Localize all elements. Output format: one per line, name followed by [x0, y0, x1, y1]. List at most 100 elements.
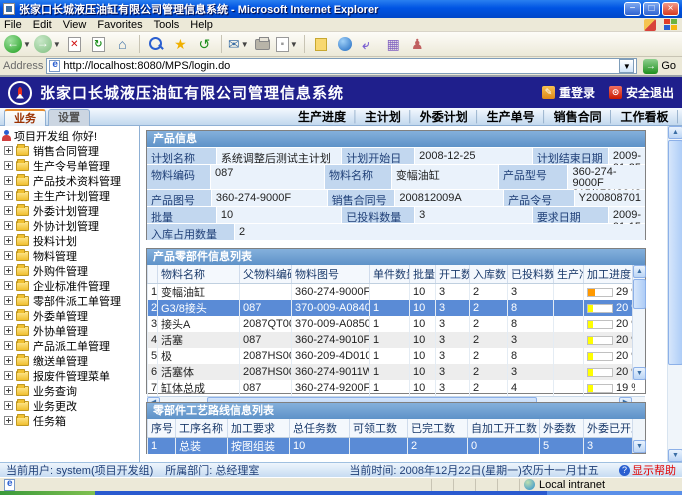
- menu-edit[interactable]: Edit: [33, 19, 52, 31]
- tool-people-button[interactable]: ♟: [407, 34, 428, 55]
- col-progress[interactable]: 加工进度: [584, 265, 635, 284]
- scroll-down-icon[interactable]: ▼: [668, 449, 682, 462]
- col-in-stock[interactable]: 入库数: [470, 265, 508, 284]
- tree-item-delivery-order[interactable]: 缴送单管理: [2, 353, 139, 368]
- print-button[interactable]: [252, 34, 273, 55]
- favorites-button[interactable]: ★: [170, 34, 191, 55]
- menu-tools[interactable]: Tools: [154, 19, 180, 31]
- expand-icon[interactable]: [4, 281, 13, 290]
- scroll-thumb[interactable]: [633, 279, 646, 309]
- close-button[interactable]: ×: [662, 2, 679, 16]
- col-seq[interactable]: 序号: [148, 419, 176, 438]
- col-material-name[interactable]: 物料名称: [158, 265, 240, 284]
- col-unit-qty[interactable]: 单件数量: [370, 265, 410, 284]
- minimize-button[interactable]: −: [624, 2, 641, 16]
- menu-production-progress[interactable]: 生产进度: [298, 108, 346, 125]
- expand-icon[interactable]: [4, 371, 13, 380]
- tree-item-order-number[interactable]: 生产令号单管理: [2, 158, 139, 173]
- expand-icon[interactable]: [4, 146, 13, 155]
- parts-row-1[interactable]: 1变幅油缸 360-274-9000F 10 32 3 29 %: [148, 284, 635, 301]
- col-outsourced[interactable]: 外委数: [540, 419, 584, 438]
- address-input[interactable]: http://localhost:8080/MPS/login.do ▼: [46, 58, 637, 74]
- tool-extra-button[interactable]: ▦: [383, 34, 404, 55]
- tree-item-material[interactable]: 物料管理: [2, 248, 139, 263]
- tree-item-purchased[interactable]: 外购件管理: [2, 263, 139, 278]
- go-button[interactable]: → Go: [640, 59, 679, 74]
- tree-item-part-workorder[interactable]: 零部件派工单管理: [2, 293, 139, 308]
- parts-row-3[interactable]: 3接头A 2087QT002370-009-A0850 110 32 8 20 …: [148, 316, 635, 332]
- tree-item-outsource-plan[interactable]: 外委计划管理: [2, 203, 139, 218]
- col-self-started[interactable]: 自加工开工数: [468, 419, 540, 438]
- scroll-down-icon[interactable]: ▼: [633, 440, 646, 453]
- stop-button[interactable]: ✕: [64, 34, 85, 55]
- expand-icon[interactable]: [4, 401, 13, 410]
- scroll-down-icon[interactable]: ▼: [633, 367, 646, 380]
- menu-outsource-plan[interactable]: 外委计划: [420, 108, 468, 125]
- tree-item-master-plan[interactable]: 主生产计划管理: [2, 188, 139, 203]
- menu-master-plan[interactable]: 主计划: [365, 108, 401, 125]
- tree-item-business-change[interactable]: 业务更改: [2, 398, 139, 413]
- tab-settings[interactable]: 设置: [48, 109, 90, 126]
- tab-business[interactable]: 业务: [4, 109, 46, 126]
- expand-icon[interactable]: [4, 176, 13, 185]
- expand-icon[interactable]: [4, 356, 13, 365]
- tree-item-product-workorder[interactable]: 产品派工单管理: [2, 338, 139, 353]
- menu-file[interactable]: File: [4, 19, 22, 31]
- show-help-link[interactable]: ? 显示帮助: [619, 462, 676, 478]
- parts-row-6[interactable]: 6活塞体 2087HS002360-274-9011W 110 32 3 20 …: [148, 364, 635, 380]
- col-process[interactable]: 工序名称: [176, 419, 228, 438]
- page-vscrollbar[interactable]: ▲ ▼: [667, 126, 682, 462]
- expand-icon[interactable]: [4, 311, 13, 320]
- col-batch[interactable]: 批量: [410, 265, 436, 284]
- tree-item-task-box[interactable]: 任务箱: [2, 413, 139, 428]
- messenger-button[interactable]: [335, 34, 356, 55]
- expand-icon[interactable]: [4, 386, 13, 395]
- discuss-button[interactable]: [311, 34, 332, 55]
- address-dropdown-button[interactable]: ▼: [619, 59, 634, 73]
- research-button[interactable]: ⤶: [359, 34, 380, 55]
- address-url[interactable]: http://localhost:8080/MPS/login.do: [63, 60, 619, 72]
- col-completed[interactable]: 已完工数: [408, 419, 468, 438]
- relogin-button[interactable]: ✎ 重登录: [542, 84, 595, 101]
- tree-item-sales-contract[interactable]: 销售合同管理: [2, 143, 139, 158]
- parts-row-2[interactable]: 2G3/8接头 087370-009-A0840 110 32 8 20 %: [148, 300, 635, 316]
- menu-sales-contract[interactable]: 销售合同: [554, 108, 602, 125]
- parts-row-5[interactable]: 5极 2087HS002360-209-4D010 110 32 8 20 %: [148, 348, 635, 364]
- tree-item-business-query[interactable]: 业务查询: [2, 383, 139, 398]
- route-table-vscrollbar[interactable]: ▼: [632, 419, 645, 453]
- logout-button[interactable]: ⊙ 安全退出: [609, 84, 674, 101]
- route-row-1[interactable]: 1 总装 按图组装 10 2 0 5 3 0 0: [148, 438, 633, 455]
- parts-table-vscrollbar[interactable]: ▲ ▼: [632, 265, 645, 380]
- tree-item-coop-plan[interactable]: 外协计划管理: [2, 218, 139, 233]
- expand-icon[interactable]: [4, 221, 13, 230]
- col-parent-code[interactable]: 父物料编码: [240, 265, 292, 284]
- col-invested[interactable]: 已投料数: [508, 265, 554, 284]
- windows-taskbar[interactable]: [0, 491, 682, 495]
- forward-button[interactable]: →▼: [34, 34, 61, 55]
- maximize-button[interactable]: □: [643, 2, 660, 16]
- expand-icon[interactable]: [4, 161, 13, 170]
- scroll-up-icon[interactable]: ▲: [633, 265, 646, 278]
- mail-button[interactable]: ✉▼: [228, 34, 249, 55]
- col-started[interactable]: 开工数: [436, 265, 470, 284]
- tree-item-outsource-order[interactable]: 外委单管理: [2, 308, 139, 323]
- tree-item-scrap-menu[interactable]: 报废件管理菜单: [2, 368, 139, 383]
- parts-row-7[interactable]: 7缸体总成 087360-274-9200F 110 32 4 19 %: [148, 380, 635, 396]
- menu-view[interactable]: View: [63, 19, 87, 31]
- refresh-button[interactable]: ↻: [88, 34, 109, 55]
- tree-root-user[interactable]: 项目开发组 你好!: [2, 128, 139, 143]
- expand-icon[interactable]: [4, 296, 13, 305]
- menu-help[interactable]: Help: [190, 19, 213, 31]
- edit-button[interactable]: ▪▼: [276, 34, 298, 55]
- expand-icon[interactable]: [4, 251, 13, 260]
- expand-icon[interactable]: [4, 266, 13, 275]
- col-prep[interactable]: 生产准备: [554, 265, 584, 284]
- tree-item-coop-order[interactable]: 外协单管理: [2, 323, 139, 338]
- expand-icon[interactable]: [4, 416, 13, 425]
- expand-icon[interactable]: [4, 236, 13, 245]
- parts-row-4[interactable]: 4活塞 087360-274-9010F 110 32 3 20 %: [148, 332, 635, 348]
- menu-production-order[interactable]: 生产单号: [487, 108, 535, 125]
- tree-item-tech-data[interactable]: 产品技术资料管理: [2, 173, 139, 188]
- col-requirement[interactable]: 加工要求: [228, 419, 290, 438]
- history-button[interactable]: ↺: [194, 34, 215, 55]
